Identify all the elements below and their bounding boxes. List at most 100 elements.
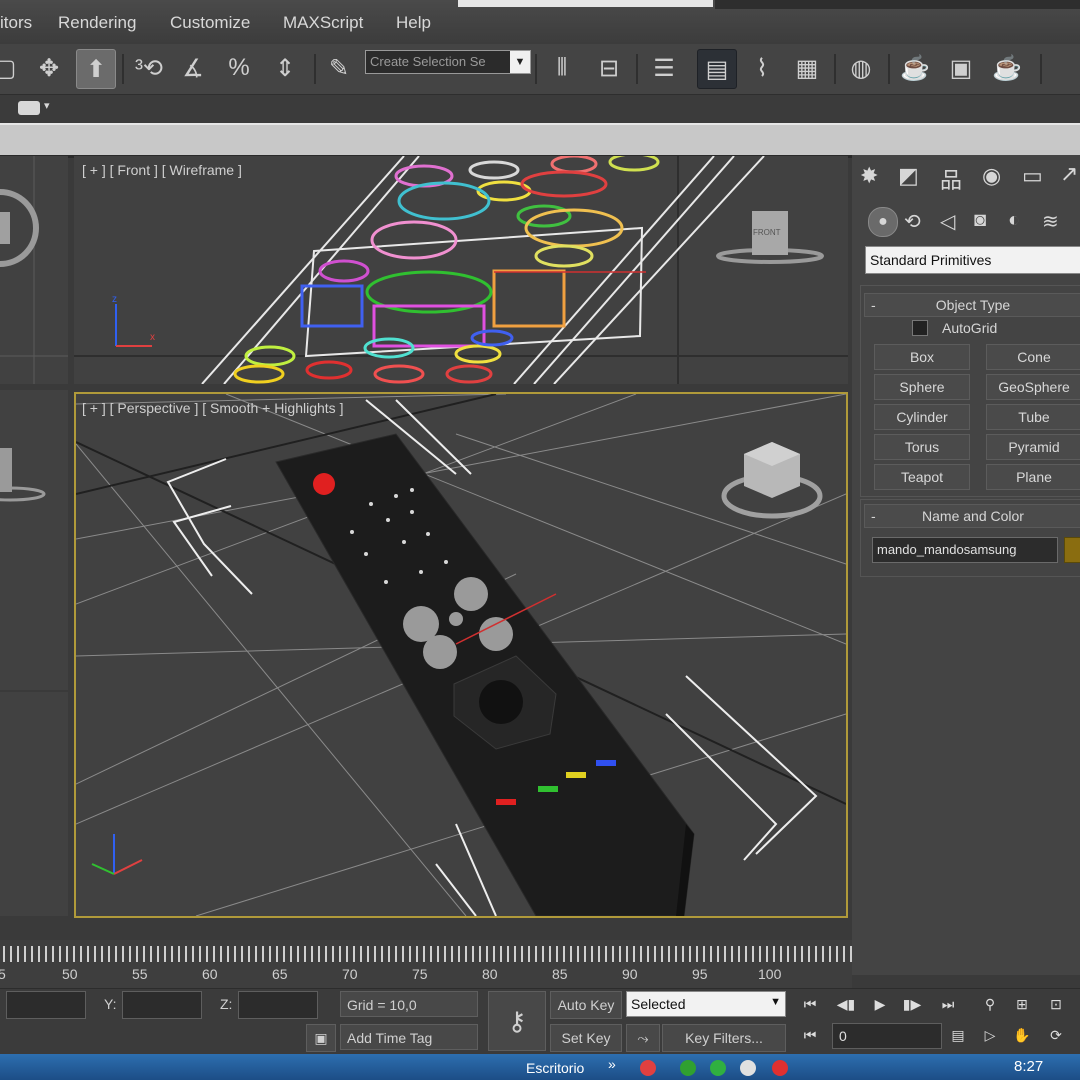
spinner-snap-icon[interactable]: ⇕ — [266, 49, 304, 87]
z-coordinate-field[interactable] — [238, 991, 318, 1019]
add-time-tag-text: Add Time Tag — [347, 1030, 433, 1046]
select-object-icon[interactable]: ⬆ — [76, 49, 116, 89]
plane-button[interactable]: Plane — [986, 464, 1080, 490]
play-icon[interactable]: ▶ — [866, 993, 894, 1015]
perspective-viewport-label[interactable]: [ + ] [ Perspective ] [ Smooth + Highlig… — [82, 400, 343, 416]
key-mode-toggle-icon[interactable]: ⏮ — [796, 1024, 824, 1046]
zoom-icon[interactable]: ⚲ — [976, 993, 1004, 1015]
set-key-button[interactable]: Set Key — [550, 1024, 622, 1052]
align-icon[interactable]: ⊟ — [590, 49, 628, 87]
rendered-frame-icon[interactable]: ▣ — [942, 49, 980, 87]
autogrid-checkbox[interactable] — [912, 320, 928, 336]
render-production-icon[interactable]: ☕ — [988, 49, 1026, 87]
y-coordinate-field[interactable] — [122, 991, 202, 1019]
menu-customize[interactable]: Customize — [170, 13, 250, 33]
create-icon[interactable]: ✸ — [860, 163, 878, 189]
time-tag-icon[interactable]: ▣ — [306, 1024, 336, 1052]
menu-help[interactable]: Help — [396, 13, 431, 33]
zoom-extents-icon[interactable]: ⊡ — [1042, 993, 1070, 1015]
taskbar-overflow-icon[interactable]: » — [608, 1056, 616, 1072]
go-to-end-icon[interactable]: ⏭ — [934, 993, 962, 1015]
render-setup-icon[interactable]: ☕ — [896, 49, 934, 87]
viewport-bottom-left[interactable] — [0, 692, 68, 916]
lights-icon[interactable]: ◁ — [940, 209, 955, 234]
viewport-front[interactable]: z x [ + ] [ Front ] [ Wireframe ] FRONT — [74, 156, 848, 384]
graphite-toggle-icon[interactable]: ▤ — [697, 49, 737, 89]
space-warps-icon[interactable]: ≋ — [1042, 209, 1059, 234]
tray-icon[interactable] — [640, 1060, 656, 1076]
tray-icon[interactable] — [710, 1060, 726, 1076]
dropdown-arrow-icon[interactable]: ▾ — [44, 99, 50, 112]
motion-icon[interactable]: ◉ — [982, 163, 1001, 189]
tray-icon[interactable] — [680, 1060, 696, 1076]
name-and-color-title-text: Name and Color — [922, 508, 1024, 524]
clock[interactable]: 8:27 — [1014, 1058, 1043, 1075]
viewport-layout-icon[interactable] — [18, 101, 40, 115]
viewport-top[interactable] — [0, 156, 68, 384]
angle-snap-icon[interactable]: ∡ — [174, 49, 212, 87]
schematic-view-icon[interactable]: ▦ — [788, 49, 826, 87]
timeline-label: 60 — [202, 966, 218, 982]
x-coordinate-field[interactable] — [6, 991, 86, 1019]
chevron-down-icon[interactable]: ▼ — [770, 996, 781, 1008]
utilities-icon[interactable]: ↗ — [1060, 161, 1078, 187]
add-time-tag-button[interactable]: Add Time Tag — [340, 1024, 478, 1050]
helpers-icon[interactable]: ◐ — [1008, 209, 1020, 232]
menu-editors[interactable]: itors — [0, 13, 32, 33]
teapot-button[interactable]: Teapot — [874, 464, 970, 490]
sphere-button[interactable]: Sphere — [874, 374, 970, 400]
name-and-color-title[interactable]: - Name and Color — [864, 504, 1080, 528]
field-of-view-icon[interactable]: ▷ — [976, 1024, 1004, 1046]
move-icon[interactable]: ✥ — [30, 49, 68, 87]
search-field[interactable] — [458, 0, 713, 7]
next-frame-icon[interactable]: ▮▶ — [898, 993, 926, 1015]
material-editor-icon[interactable]: ◍ — [842, 49, 880, 87]
display-icon[interactable]: ▭ — [1022, 163, 1043, 189]
taskbar-desktop-label[interactable]: Escritorio — [526, 1060, 584, 1076]
cameras-icon[interactable]: ◙ — [974, 209, 986, 232]
box-button[interactable]: Box — [874, 344, 970, 370]
pyramid-button[interactable]: Pyramid — [986, 434, 1080, 460]
viewport-perspective[interactable]: [ + ] [ Perspective ] [ Smooth + Highlig… — [74, 392, 848, 918]
select-region-icon[interactable]: ▢ — [0, 49, 24, 87]
named-selection-set-combo[interactable]: Create Selection Se ▼ — [365, 50, 531, 74]
snap-3d-icon[interactable]: ³⟲ — [130, 49, 168, 87]
tube-button[interactable]: Tube — [986, 404, 1080, 430]
object-name-field[interactable]: mando_mandosamsung — [872, 537, 1058, 563]
modify-icon[interactable]: ◩ — [898, 163, 919, 189]
menu-rendering[interactable]: Rendering — [58, 13, 136, 33]
chevron-down-icon[interactable]: ▼ — [510, 51, 530, 73]
previous-frame-icon[interactable]: ◀▮ — [832, 993, 860, 1015]
front-viewport-label[interactable]: [ + ] [ Front ] [ Wireframe ] — [82, 162, 242, 178]
menu-maxscript[interactable]: MAXScript — [283, 13, 363, 33]
set-key-key-icon[interactable]: ⚷ — [488, 991, 546, 1051]
object-type-title[interactable]: - Object Type — [864, 293, 1080, 317]
key-filters-button[interactable]: Key Filters... — [662, 1024, 786, 1052]
time-configuration-icon[interactable]: ▤ — [944, 1024, 972, 1046]
cone-button[interactable]: Cone — [986, 344, 1080, 370]
edit-named-selection-icon[interactable]: ✎ — [320, 49, 358, 87]
torus-button[interactable]: Torus — [874, 434, 970, 460]
curve-editor-icon[interactable]: ⌇ — [743, 49, 781, 87]
primitive-category-dropdown[interactable]: Standard Primitives — [865, 246, 1080, 274]
mirror-icon[interactable]: ⫴ — [543, 49, 581, 87]
pan-view-icon[interactable]: ✋ — [1008, 1024, 1036, 1046]
tray-icon[interactable] — [772, 1060, 788, 1076]
shapes-icon[interactable]: ⟲ — [904, 209, 921, 234]
zoom-all-icon[interactable]: ⊞ — [1008, 993, 1036, 1015]
cylinder-button[interactable]: Cylinder — [874, 404, 970, 430]
percent-snap-icon[interactable]: % — [220, 49, 258, 87]
key-mode-dropdown[interactable]: Selected ▼ — [626, 991, 786, 1017]
auto-key-button[interactable]: Auto Key — [550, 991, 622, 1019]
layer-manager-icon[interactable]: ☰ — [645, 49, 683, 87]
orbit-icon[interactable]: ⟳ — [1042, 1024, 1070, 1046]
viewport-left[interactable] — [0, 390, 68, 690]
hierarchy-icon[interactable]: 品 — [940, 163, 962, 195]
current-frame-field[interactable]: 0 — [832, 1023, 942, 1049]
object-color-swatch[interactable] — [1064, 537, 1080, 563]
tray-icon[interactable] — [740, 1060, 756, 1076]
geometry-icon[interactable]: ● — [868, 207, 898, 237]
geosphere-button[interactable]: GeoSphere — [986, 374, 1080, 400]
key-tangent-icon[interactable]: ⤳ — [626, 1024, 660, 1052]
go-to-start-icon[interactable]: ⏮ — [796, 993, 824, 1015]
